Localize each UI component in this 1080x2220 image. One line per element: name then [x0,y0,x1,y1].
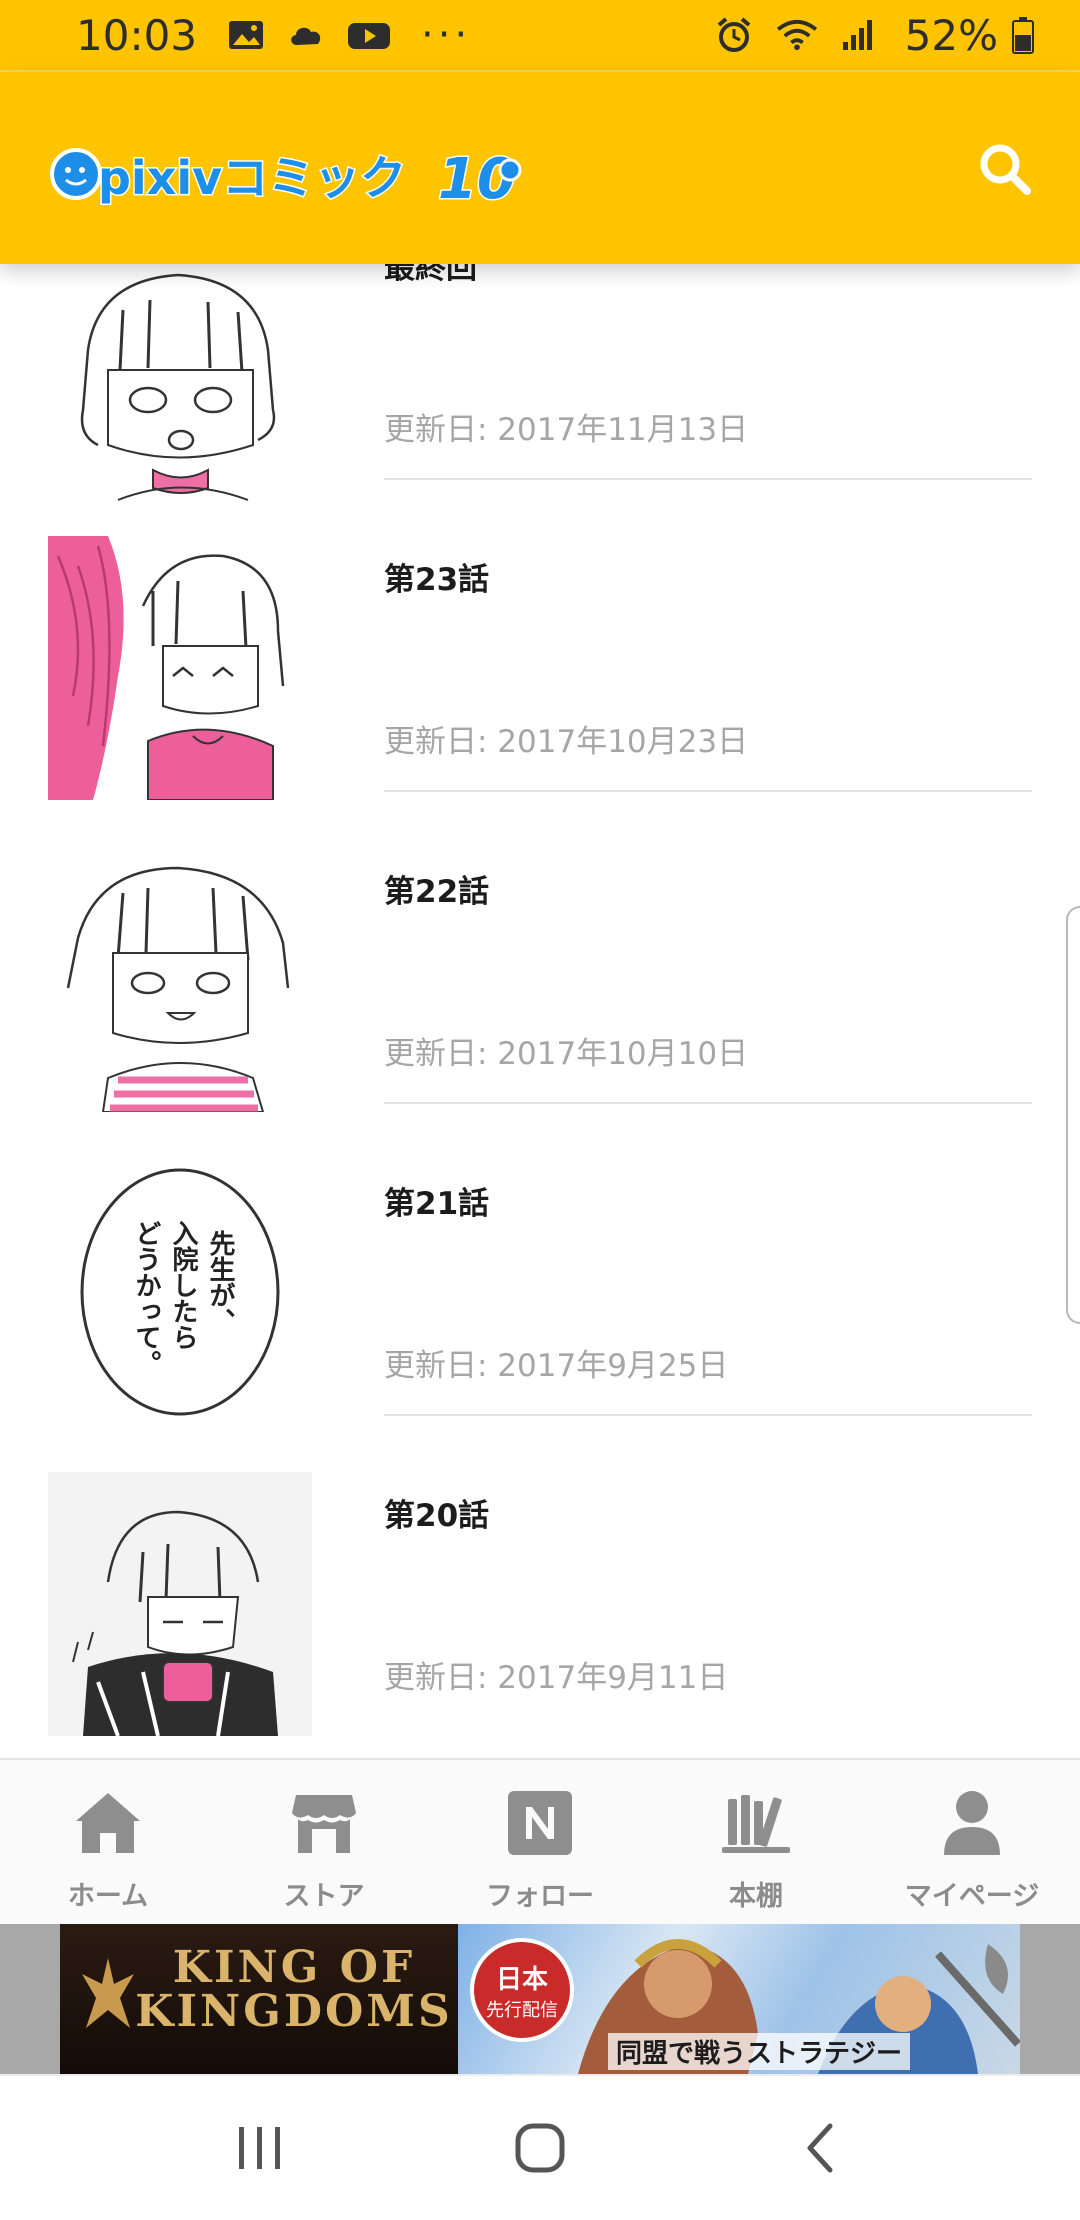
nav-label: マイページ [904,1881,1040,1912]
ad-art-panel: 日本 先行配信 同盟で戦うストラテジー [458,1924,1020,2074]
episode-title: 第20話 [384,1498,490,1534]
nav-mypage[interactable]: マイページ [864,1760,1080,1924]
nav-store[interactable]: ストア [216,1760,432,1924]
ad-brand-text: KING OF KINGDOMS [135,1942,453,2037]
divider [384,478,1032,480]
list-item[interactable]: 第22話 更新日: 2017年10月10日 [0,840,1080,1152]
ad-content[interactable]: KING OF KINGDOMS 日本 先行配信 同盟で戦うストラテジー [60,1924,1020,2074]
episode-date: 更新日: 2017年9月25日 [384,1348,729,1384]
list-item[interactable]: 先生が、 入院したら どうかって。 第21話 更新日: 2017年9月25日 [0,1152,1080,1464]
alarm-icon [717,17,750,52]
recents-button[interactable] [215,2103,305,2193]
gallery-icon [229,21,264,49]
divider [384,1414,1032,1416]
wifi-icon [776,19,817,51]
episode-title: 第21話 [384,1186,490,1222]
ad-badge: 日本 先行配信 [470,1938,574,2042]
back-button[interactable] [775,2103,865,2193]
divider [384,790,1032,792]
episode-title: 第22話 [384,874,490,910]
status-bar: 10:03 ··· 52% [0,0,1080,72]
nav-bookshelf[interactable]: 本棚 [648,1760,864,1924]
scroll-handle[interactable] [1066,906,1080,1324]
system-navigation [0,2074,1080,2220]
list-item[interactable]: 第20話 更新日: 2017年9月11日 [0,1464,1080,1758]
nav-follow[interactable]: フォロー [432,1760,648,1924]
bottom-navigation: ホーム ストア フォロー 本棚 マイページ [0,1758,1080,1924]
home-icon [76,1793,140,1853]
system-home-button[interactable] [495,2103,585,2193]
episode-date: 更新日: 2017年11月13日 [384,412,749,448]
logo-graphic: pixivコミック 10 [50,146,522,214]
divider [384,1102,1032,1104]
thumb-speech-text-3: どうかって。 [131,1220,161,1376]
ad-badge-line1: 日本 [495,1964,548,1995]
list-item[interactable]: 第23話 更新日: 2017年10月23日 [0,528,1080,840]
ad-banner[interactable]: KING OF KINGDOMS 日本 先行配信 同盟で戦うストラテジー [0,1924,1080,2074]
list-item[interactable]: 最終回 更新日: 2017年11月13日 [0,264,1080,528]
episode-date: 更新日: 2017年10月23日 [384,724,749,760]
store-icon [292,1795,356,1853]
episode-thumbnail [48,264,312,504]
ad-badge-line2: 先行配信 [486,1999,558,2021]
thumb-speech-text-2: 入院したら [168,1220,198,1350]
nav-home[interactable]: ホーム [0,1760,216,1924]
nav-label: 本棚 [729,1881,783,1912]
episode-thumbnail [48,1472,312,1736]
status-time: 10:03 [76,10,198,60]
cloud-icon [291,27,321,45]
episode-title: 第23話 [384,562,490,598]
battery-icon [1012,17,1034,54]
ad-brand-panel: KING OF KINGDOMS [60,1924,458,2074]
nav-label: ストア [283,1881,365,1912]
crest-icon [82,1958,134,2028]
recents-icon [239,2127,280,2169]
youtube-icon [348,23,391,49]
nav-label: ホーム [67,1881,149,1912]
nav-label: フォロー [486,1881,594,1912]
more-dots-icon: ··· [421,12,472,58]
home-circle-icon [515,2123,565,2173]
search-button[interactable] [970,134,1040,204]
search-icon [980,144,1031,195]
episode-list[interactable]: 最終回 更新日: 2017年11月13日 第23話 更新日: 2017年10月2… [0,264,1080,1758]
episode-date: 更新日: 2017年9月11日 [384,1660,729,1696]
logo-text: pixivコミック [98,151,406,205]
episode-title: 最終回 [384,264,477,286]
signal-icon [842,20,872,50]
episode-date: 更新日: 2017年10月10日 [384,1036,749,1072]
app-bar: pixivコミック 10 [0,72,1080,264]
battery-percent: 52% [904,10,998,60]
episode-thumbnail [48,848,312,1112]
thumb-speech-text: 先生が、 [205,1230,235,1334]
ad-tagline: 同盟で戦うストラテジー [608,2033,911,2070]
bookshelf-icon [722,1795,790,1853]
user-icon [944,1791,1000,1855]
follow-icon [508,1791,572,1855]
back-icon [807,2123,833,2173]
pixiv-comic-logo[interactable]: pixivコミック 10 [48,132,528,214]
episode-thumbnail [48,536,312,800]
episode-thumbnail: 先生が、 入院したら どうかって。 [48,1160,312,1424]
